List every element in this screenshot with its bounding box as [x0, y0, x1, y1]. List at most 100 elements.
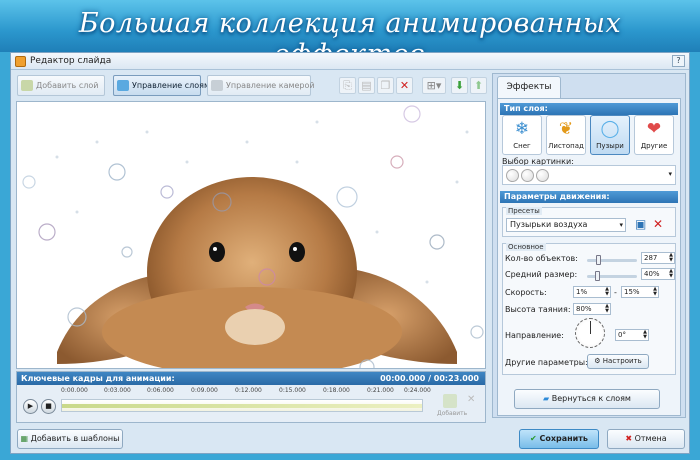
- manage-camera-button[interactable]: Управление камерой: [207, 75, 315, 96]
- slide-preview[interactable]: [16, 101, 486, 369]
- tick-label: 0:24.000: [404, 387, 431, 394]
- tab-effects[interactable]: Эффекты: [497, 76, 561, 98]
- type-leaves-button[interactable]: ❦ Листопад: [546, 115, 586, 155]
- melt-label: Высота таяния:: [505, 305, 571, 314]
- tick-label: 0:18.000: [323, 387, 350, 394]
- save-preset-icon[interactable]: ▣: [635, 217, 646, 231]
- manage-layers-button[interactable]: Управление слоями: [113, 75, 215, 96]
- picture-picker[interactable]: ▾: [502, 165, 676, 185]
- duplicate-icon[interactable]: ❐: [377, 77, 394, 94]
- titlebar: Редактор слайда ?: [11, 53, 689, 70]
- layers-icon: [117, 80, 129, 91]
- keyframes-header: Ключевые кадры для анимации: 00:00.000 /…: [17, 372, 485, 385]
- toolbar: Добавить слой Управление слоями Управлен…: [17, 75, 495, 97]
- cancel-icon: ✖: [625, 434, 633, 443]
- direction-field[interactable]: 0° ▲ ▼: [615, 329, 649, 341]
- type-other-button[interactable]: ❤ Другие: [634, 115, 674, 155]
- tick-label: 0:12.000: [235, 387, 262, 394]
- count-field[interactable]: 287 ▲ ▼: [641, 252, 675, 264]
- play-button[interactable]: ▶: [23, 399, 38, 414]
- count-slider[interactable]: [587, 255, 637, 265]
- add-keyframe-button[interactable]: Добавить: [437, 394, 467, 422]
- count-label: Кол-во объектов:: [505, 254, 578, 263]
- keyframes-title: Ключевые кадры для анимации:: [21, 374, 175, 383]
- remove-keyframe-icon[interactable]: ✕: [467, 394, 475, 405]
- speed-label: Скорость:: [505, 288, 547, 297]
- spinner-icon[interactable]: ▲ ▼: [653, 287, 657, 297]
- configure-button[interactable]: ⚙ Настроить: [587, 354, 649, 369]
- move-down-icon[interactable]: ⬇: [451, 77, 468, 94]
- keyframes-time: 00:00.000 / 00:23.000: [380, 374, 479, 383]
- bubble-thumb[interactable]: [521, 169, 534, 182]
- timeline-ticks: 0:00.000 0:03.000 0:06.000 0:09.000 0:12…: [61, 387, 431, 397]
- window-title: Редактор слайда: [30, 56, 112, 66]
- direction-label: Направление:: [505, 331, 564, 340]
- type-bubbles-button[interactable]: ◯ Пузыри: [590, 115, 630, 155]
- back-to-layers-button[interactable]: ▰ Вернуться к слоям: [514, 389, 660, 409]
- help-button[interactable]: ?: [672, 55, 685, 67]
- speed-dash: -: [614, 288, 617, 297]
- chevron-down-icon: ▾: [619, 221, 623, 229]
- camera-icon: [211, 80, 223, 91]
- app-icon: [15, 56, 26, 67]
- tick-label: 0:06.000: [147, 387, 174, 394]
- delete-preset-icon[interactable]: ✕: [653, 217, 663, 231]
- bunny-image: [17, 102, 485, 368]
- add-layer-icon: [21, 80, 33, 91]
- snowflake-icon: ❄: [514, 119, 530, 139]
- copy-icon[interactable]: ⎘: [339, 77, 356, 94]
- chevron-down-icon[interactable]: ▾: [668, 170, 672, 178]
- template-icon: ▦: [20, 434, 29, 443]
- slider-thumb[interactable]: [595, 271, 600, 281]
- promo-banner: Большая коллекция анимированных эффектов: [0, 0, 700, 70]
- spinner-icon[interactable]: ▲ ▼: [643, 330, 647, 340]
- basic-caption: Основное: [506, 243, 546, 251]
- slider-thumb[interactable]: [596, 255, 601, 265]
- tick-label: 0:15.000: [279, 387, 306, 394]
- add-to-templates-button[interactable]: ▦ Добавить в шаблоны: [17, 429, 123, 449]
- size-field[interactable]: 40% ▲ ▼: [641, 268, 675, 280]
- other-params-label: Другие параметры:: [505, 358, 588, 367]
- presets-caption: Пресеты: [506, 207, 542, 215]
- speed-from-field[interactable]: 1% ▲ ▼: [573, 286, 611, 298]
- bubble-thumb[interactable]: [536, 169, 549, 182]
- effects-panel: Эффекты Тип слоя: ❄ Снег ❦ Листопад ◯ Пу…: [492, 73, 686, 418]
- speed-to-field[interactable]: 15% ▲ ▼: [621, 286, 659, 298]
- slide-editor-window: Редактор слайда ? Добавить слой Управлен…: [10, 52, 690, 454]
- grid-dropdown-icon[interactable]: ⊞▾: [422, 77, 446, 94]
- presets-group: Пресеты Пузырьки воздуха ▾ ▣ ✕: [502, 207, 676, 237]
- add-keyframe-icon: [443, 394, 457, 408]
- spinner-icon[interactable]: ▲ ▼: [669, 269, 673, 279]
- timeline-track[interactable]: [61, 399, 423, 412]
- spinner-icon[interactable]: ▲ ▼: [605, 304, 609, 314]
- gear-icon: ⚙: [594, 357, 601, 365]
- tick-label: 0:21.000: [367, 387, 394, 394]
- bubble-icon: ◯: [600, 119, 620, 139]
- timeline-fill: [62, 404, 422, 408]
- spinner-icon[interactable]: ▲ ▼: [669, 253, 673, 263]
- stop-button[interactable]: ■: [41, 399, 56, 414]
- effects-body: Тип слоя: ❄ Снег ❦ Листопад ◯ Пузыри ❤ Д…: [497, 98, 681, 416]
- type-snow-button[interactable]: ❄ Снег: [502, 115, 542, 155]
- basic-group: Основное Кол-во объектов: 287 ▲ ▼ Средний …: [502, 243, 676, 375]
- spinner-icon[interactable]: ▲ ▼: [605, 287, 609, 297]
- footer-bar: ▦ Добавить в шаблоны ✔ Сохранить ✖ Отмен…: [11, 426, 689, 453]
- checkmark-icon: ✔: [530, 434, 537, 443]
- tick-label: 0:00.000: [61, 387, 88, 394]
- bubble-thumb[interactable]: [506, 169, 519, 182]
- move-up-icon[interactable]: ⬆: [470, 77, 487, 94]
- direction-dial[interactable]: [575, 318, 605, 348]
- keyframes-panel: Ключевые кадры для анимации: 00:00.000 /…: [16, 371, 486, 423]
- layers-icon: ▰: [543, 394, 550, 403]
- save-button[interactable]: ✔ Сохранить: [519, 429, 599, 449]
- delete-icon[interactable]: ✕: [396, 77, 413, 94]
- add-layer-button[interactable]: Добавить слой: [17, 75, 105, 96]
- melt-field[interactable]: 80% ▲ ▼: [573, 303, 611, 315]
- paste-icon[interactable]: ▤: [358, 77, 375, 94]
- size-slider[interactable]: [587, 271, 637, 281]
- tick-label: 0:09.000: [191, 387, 218, 394]
- preset-select[interactable]: Пузырьки воздуха ▾: [506, 218, 626, 232]
- size-label: Средний размер:: [505, 270, 578, 279]
- cancel-button[interactable]: ✖ Отмена: [607, 429, 685, 449]
- tick-label: 0:03.000: [104, 387, 131, 394]
